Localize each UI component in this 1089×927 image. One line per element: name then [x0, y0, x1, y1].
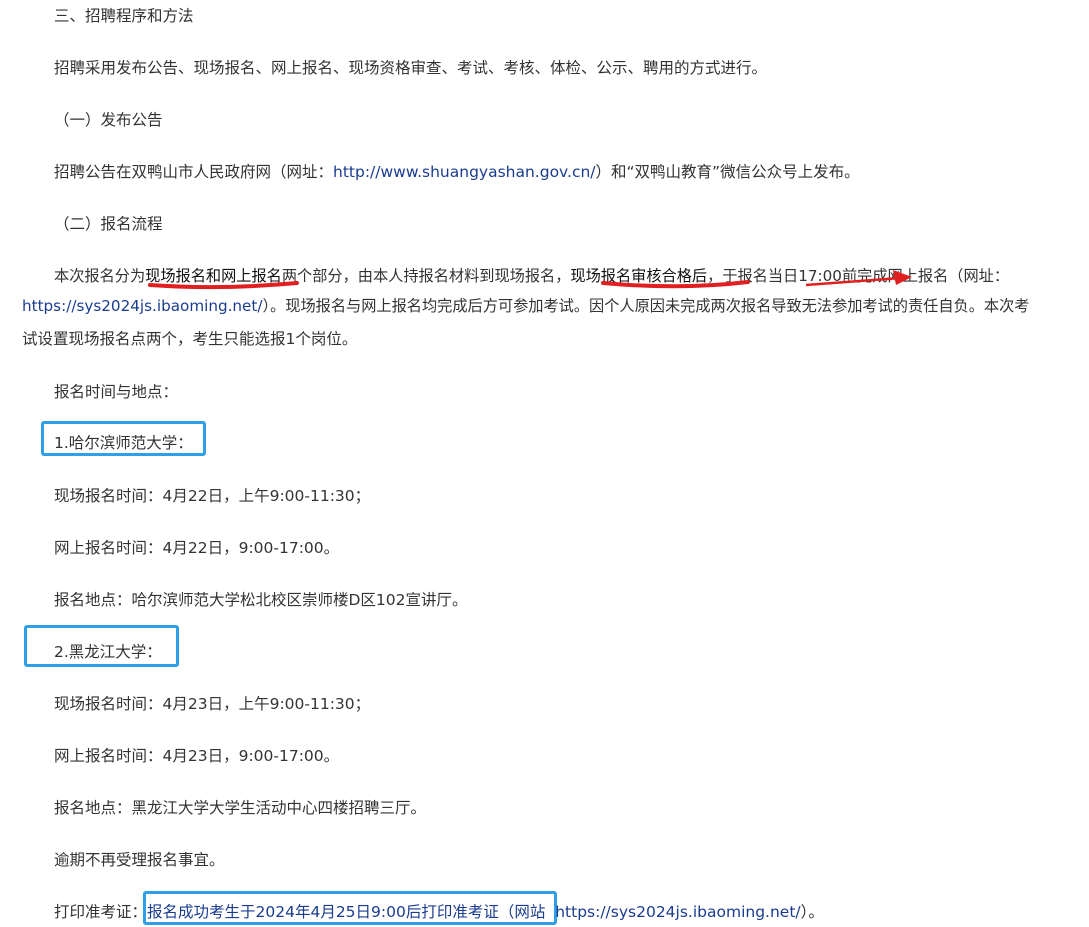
- print-post: ）。: [800, 903, 824, 921]
- print-site-link[interactable]: https://sys2024js.ibaoming.net/: [555, 903, 800, 921]
- highlight-onsite-online: 现场报名和网上报名: [145, 267, 282, 285]
- print-label: 打印准考证：: [54, 903, 148, 921]
- process-line-2: https://sys2024js.ibaoming.net/）。现场报名与网上…: [22, 294, 1029, 318]
- subsection-title-announce: （一）发布公告: [54, 111, 163, 129]
- process-text-1: 本次报名分为: [54, 267, 146, 285]
- registration-site-link[interactable]: https://sys2024js.ibaoming.net/: [22, 297, 262, 315]
- site2-online-time: 网上报名时间：4月23日，9:00-17:00。: [54, 747, 340, 765]
- section-title: 三、招聘程序和方法: [54, 7, 194, 25]
- print-boxed-text: 报名成功考生于2024年4月25日9:00后打印准考证（网站: [147, 903, 546, 921]
- announce-post: ）和“双鸭山教育”微信公众号上发布。: [595, 163, 860, 181]
- time-place-label: 报名时间与地点：: [54, 383, 179, 401]
- announce-paragraph: 招聘公告在双鸭山市人民政府网（网址：http://www.shuangyasha…: [54, 160, 860, 184]
- site2-place: 报名地点：黑龙江大学大学生活动中心四楼招聘三厅。: [54, 799, 427, 817]
- site1-onsite-time: 现场报名时间：4月22日，上午9:00-11:30；: [54, 487, 371, 505]
- announce-pre: 招聘公告在双鸭山市人民政府网（网址：: [54, 163, 334, 181]
- process-text-6: 完成网上报名（网址：: [857, 267, 1010, 285]
- process-text-3: 两个部分，由本人持报名材料到现场报名，: [281, 267, 571, 285]
- process-text-5: ，于报名当日17:00前: [707, 267, 858, 285]
- overdue-notice: 逾期不再受理报名事宜。: [54, 851, 225, 869]
- red-annotations: [148, 270, 912, 290]
- gov-website-link[interactable]: http://www.shuangyashan.gov.cn/: [333, 163, 596, 181]
- process-text-7: ）。现场报名与网上报名均完成后方可参加考试。因个人原因未完成两次报名导致无法参加…: [262, 297, 1030, 315]
- process-line-1: 本次报名分为现场报名和网上报名两个部分，由本人持报名材料到现场报名，现场报名审核…: [54, 264, 1009, 288]
- site2-title: 2.黑龙江大学：: [54, 643, 162, 661]
- print-line: 打印准考证：报名成功考生于2024年4月25日9:00后打印准考证（网站 htt…: [54, 900, 824, 924]
- process-line-3: 试设置现场报名点两个，考生只能选报1个岗位。: [22, 330, 358, 348]
- site2-onsite-time: 现场报名时间：4月23日，上午9:00-11:30；: [54, 695, 371, 713]
- highlight-onsite-approved: 现场报名审核合格后: [570, 267, 708, 285]
- intro-paragraph: 招聘采用发布公告、现场报名、网上报名、现场资格审查、考试、考核、体检、公示、聘用…: [54, 59, 768, 77]
- site1-place: 报名地点：哈尔滨师范大学松北校区崇师楼D区102宣讲厅。: [54, 591, 468, 609]
- site1-online-time: 网上报名时间：4月22日，9:00-17:00。: [54, 539, 340, 557]
- subsection-title-process: （二）报名流程: [54, 215, 163, 233]
- site1-title: 1.哈尔滨师范大学：: [54, 434, 193, 452]
